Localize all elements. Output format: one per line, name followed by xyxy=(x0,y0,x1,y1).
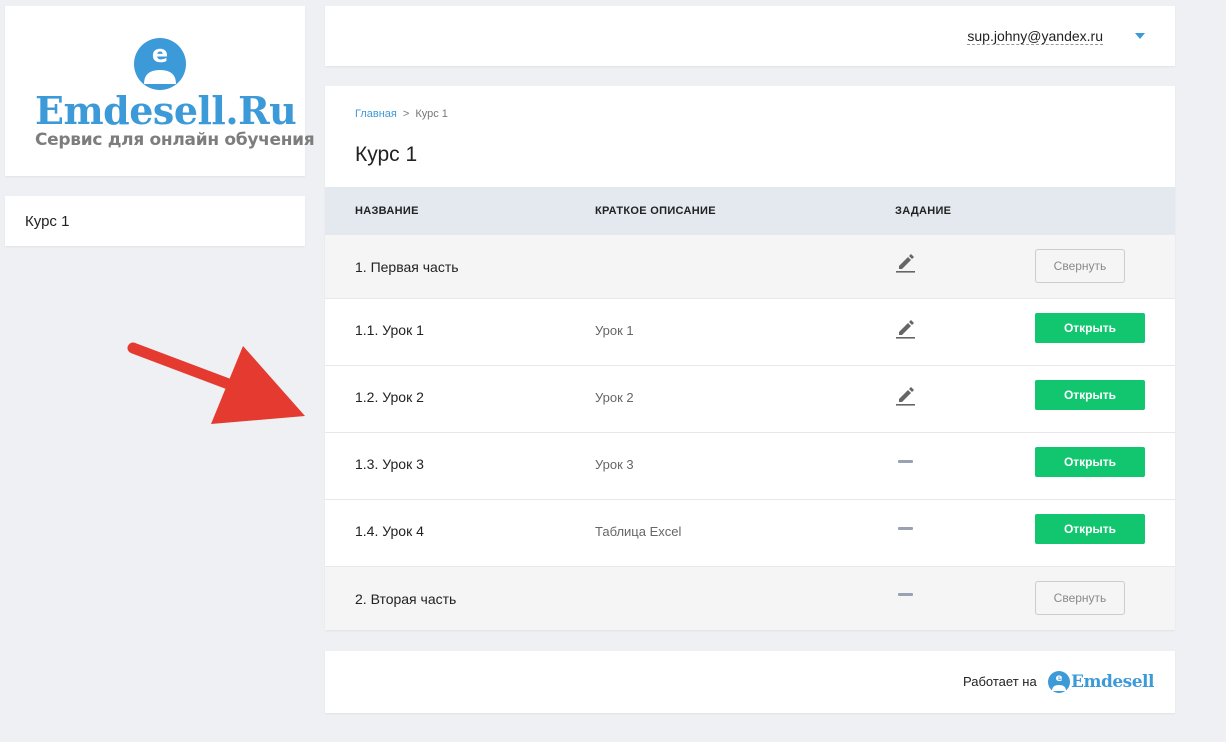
breadcrumb: Главная > Курс 1 xyxy=(355,108,448,120)
powered-by-brand[interactable]: Emdesell xyxy=(1071,672,1154,692)
brand-tagline: Сервис для онлайн обучения xyxy=(35,130,315,150)
breadcrumb-separator: > xyxy=(402,108,410,120)
row-description: Урок 2 xyxy=(595,390,634,405)
collapse-button[interactable]: Свернуть xyxy=(1035,249,1125,283)
table-row-lesson: 1.4. Урок 4 Таблица Excel Открыть xyxy=(325,500,1175,567)
caret-down-icon[interactable] xyxy=(1135,33,1145,39)
row-title: 1.2. Урок 2 xyxy=(355,389,424,405)
brand-logo-icon: e xyxy=(134,38,186,90)
annotation-arrow-icon xyxy=(127,342,305,424)
open-button[interactable]: Открыть xyxy=(1035,313,1145,343)
row-title: 1.3. Урок 3 xyxy=(355,456,424,472)
no-task-dash-icon xyxy=(898,527,913,530)
sidebar-item-course-1[interactable]: Курс 1 xyxy=(25,213,69,230)
table-row-lesson: 1.1. Урок 1 Урок 1 Открыть xyxy=(325,299,1175,366)
powered-by-label: Работает на xyxy=(963,674,1037,689)
course-panel: Главная > Курс 1 Курс 1 НАЗВАНИЕ КРАТКОЕ О… xyxy=(325,86,1175,630)
row-description: Урок 3 xyxy=(595,457,634,472)
breadcrumb-home[interactable]: Главная xyxy=(355,108,397,120)
row-description: Таблица Excel xyxy=(595,524,682,539)
table-row-part: 1. Первая часть Свернуть xyxy=(325,235,1175,299)
svg-text:e: e xyxy=(1056,673,1063,684)
edit-icon[interactable] xyxy=(894,251,916,273)
top-header: sup.johny@yandex.ru xyxy=(325,6,1175,66)
brand-name: Emdesell.Ru xyxy=(35,88,297,133)
collapse-button[interactable]: Свернуть xyxy=(1035,581,1125,615)
svg-text:e: e xyxy=(152,40,168,68)
no-task-dash-icon xyxy=(898,593,913,596)
logo-card: e Emdesell.Ru Сервис для онлайн обучения xyxy=(5,6,315,176)
open-button[interactable]: Открыть xyxy=(1035,514,1145,544)
row-description: Урок 1 xyxy=(595,323,634,338)
table-row-lesson: 1.2. Урок 2 Урок 2 Открыть xyxy=(325,366,1175,433)
edit-icon[interactable] xyxy=(894,384,916,406)
column-header-task: ЗАДАНИЕ xyxy=(895,205,952,217)
footer: Работает на e Emdesell xyxy=(325,651,1175,713)
table-row-part: 2. Вторая часть Свернуть xyxy=(325,567,1175,630)
table-header: НАЗВАНИЕ КРАТКОЕ ОПИСАНИЕ ЗАДАНИЕ xyxy=(325,187,1175,235)
row-title: 1. Первая часть xyxy=(355,259,459,275)
row-title: 1.4. Урок 4 xyxy=(355,523,424,539)
no-task-dash-icon xyxy=(898,460,913,463)
sidebar: Курс 1 xyxy=(5,196,305,246)
open-button[interactable]: Открыть xyxy=(1035,380,1145,410)
breadcrumb-current: Курс 1 xyxy=(415,108,448,120)
brand-logo-small-icon[interactable]: e xyxy=(1048,670,1070,694)
open-button[interactable]: Открыть xyxy=(1035,447,1145,477)
column-header-title: НАЗВАНИЕ xyxy=(355,205,419,217)
row-title: 1.1. Урок 1 xyxy=(355,322,424,338)
edit-icon[interactable] xyxy=(894,317,916,339)
column-header-description: КРАТКОЕ ОПИСАНИЕ xyxy=(595,205,716,217)
table-row-lesson: 1.3. Урок 3 Урок 3 Открыть xyxy=(325,433,1175,500)
user-email[interactable]: sup.johny@yandex.ru xyxy=(967,28,1103,45)
row-title: 2. Вторая часть xyxy=(355,591,457,607)
page-title: Курс 1 xyxy=(355,143,418,166)
